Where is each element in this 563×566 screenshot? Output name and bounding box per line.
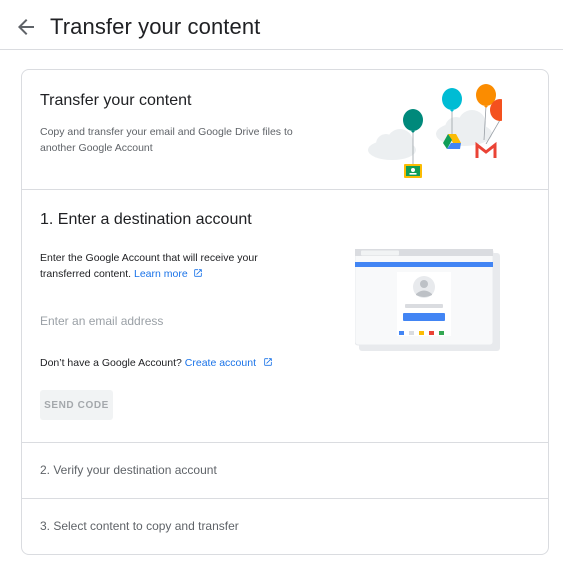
step1-title: 1. Enter a destination account [40,211,252,228]
google-classroom-icon [404,164,422,178]
no-account-text: Don’t have a Google Account? [40,357,182,369]
step2-title: 2. Verify your destination account [40,463,217,477]
create-account-label: Create account [184,357,256,369]
step-verify-destination[interactable]: 2. Verify your destination account [22,443,548,499]
page-title: Transfer your content [50,14,261,39]
transfer-illustration [368,84,502,178]
balloon-icon [403,109,423,133]
transfer-card: Transfer your content Copy and transfer … [21,69,549,555]
send-code-button[interactable]: SEND CODE [40,390,113,420]
open-in-new-icon [193,269,202,277]
step1-description: Enter the Google Account that will recei… [40,250,290,282]
learn-more-link[interactable]: Learn more [134,268,203,280]
no-account-row: Don’t have a Google Account? Create acco… [40,357,273,369]
arrow-left-icon[interactable] [14,15,38,39]
cloud-icon [368,129,416,160]
gmail-icon [475,141,497,158]
intro-title: Transfer your content [40,92,192,109]
intro-description: Copy and transfer your email and Google … [40,126,293,154]
email-address-input[interactable] [40,311,290,331]
step3-title: 3. Select content to copy and transfer [40,519,239,533]
avatar-icon [413,276,435,298]
learn-more-label: Learn more [133,268,188,280]
open-in-new-icon [264,358,272,366]
intro-section: Transfer your content Copy and transfer … [22,70,548,190]
top-bar: Transfer your content [0,0,563,50]
step-enter-destination: 1. Enter a destination account Enter the… [22,191,548,443]
step-select-content[interactable]: 3. Select content to copy and transfer [22,499,548,554]
create-account-link[interactable]: Create account [185,357,273,369]
browser-window-illustration [355,249,500,351]
balloon-icon [442,88,462,112]
